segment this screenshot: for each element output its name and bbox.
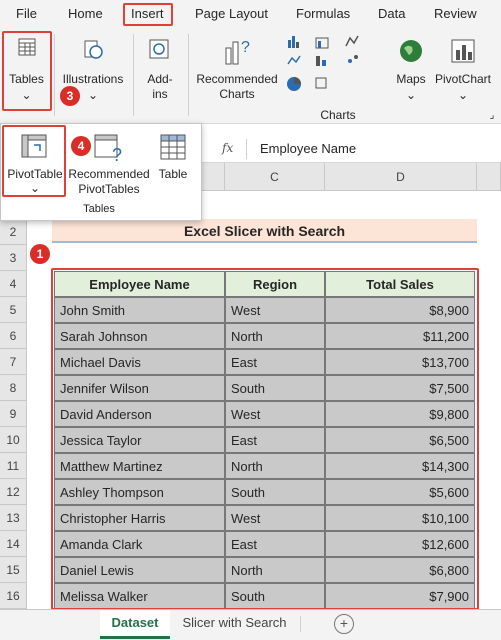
tab-data[interactable]: Data xyxy=(378,6,405,21)
step-badge-3: 3 xyxy=(60,86,80,106)
row-header[interactable]: 7 xyxy=(0,349,27,375)
svg-text:?: ? xyxy=(241,39,250,56)
tables-group-label: Tables xyxy=(83,203,115,215)
column-header-c[interactable]: C xyxy=(225,163,325,191)
add-sheet-button[interactable]: + xyxy=(334,614,354,634)
chevron-down-icon: ⌄ xyxy=(405,88,417,102)
recommended-pivottables-icon: ? xyxy=(94,134,122,163)
pivotchart-button[interactable]: PivotChart ⌄ xyxy=(432,32,494,114)
sheet-tab-slicer-with-search[interactable]: Slicer with Search xyxy=(172,610,297,636)
tab-page-layout[interactable]: Page Layout xyxy=(195,6,268,21)
divider xyxy=(54,34,55,116)
charts-group-label: Charts xyxy=(320,108,356,122)
globe-icon xyxy=(400,40,422,62)
illustrations-icon xyxy=(84,40,103,59)
dialog-launcher-icon[interactable]: ⌟ xyxy=(486,108,498,123)
recommended-charts-button[interactable]: ? Recommended Charts xyxy=(193,32,281,114)
row-header[interactable]: 8 xyxy=(0,375,27,401)
chevron-down-icon: ⌄ xyxy=(457,88,469,102)
column-header-d[interactable]: D xyxy=(325,163,477,191)
step-badge-1: 1 xyxy=(30,244,50,264)
maps-button[interactable]: Maps ⌄ xyxy=(390,32,432,114)
row-header[interactable]: 4 xyxy=(0,271,27,297)
tab-review[interactable]: Review xyxy=(434,6,477,21)
step-badge-4: 4 xyxy=(71,136,91,156)
row-header[interactable]: 16 xyxy=(0,583,27,609)
addins-button[interactable]: Add- ins xyxy=(138,32,182,114)
ribbon: Tables ⌄ Illustrations ⌄ Add- ins ? Reco… xyxy=(0,28,501,124)
row-header[interactable]: 15 xyxy=(0,557,27,583)
pivotchart-icon xyxy=(451,39,475,63)
pivotchart-label: PivotChart xyxy=(434,72,492,86)
tables-button-highlight xyxy=(2,31,52,111)
insert-tab-highlight xyxy=(123,3,173,26)
row-header[interactable]: 9 xyxy=(0,401,27,427)
row-header[interactable]: 11 xyxy=(0,453,27,479)
sheet-title[interactable]: Excel Slicer with Search xyxy=(52,219,477,243)
chart-type-icons[interactable] xyxy=(286,34,386,96)
row-header[interactable]: 3 xyxy=(0,245,27,271)
sheet-tab-bar: Dataset Slicer with Search + xyxy=(0,609,501,640)
table-label: Table xyxy=(158,167,188,181)
row-header[interactable]: 2 xyxy=(0,219,27,245)
column-header-e[interactable] xyxy=(477,163,501,191)
divider xyxy=(133,34,134,116)
illustrations-label: Illustrations xyxy=(62,72,124,86)
data-range-highlight xyxy=(51,268,479,610)
tab-file[interactable]: File xyxy=(16,6,37,21)
row-header[interactable]: 14 xyxy=(0,531,27,557)
table-button[interactable]: Table xyxy=(153,129,193,193)
recommended-pivottables-label: Recommended PivotTables xyxy=(68,167,150,196)
ribbon-tab-bar: File Home Insert Page Layout Formulas Da… xyxy=(0,0,501,28)
formula-input[interactable]: Employee Name xyxy=(260,141,356,156)
row-header[interactable]: 5 xyxy=(0,297,27,323)
recommended-charts-icon: ? xyxy=(225,39,250,65)
tab-formulas[interactable]: Formulas xyxy=(296,6,350,21)
tab-home[interactable]: Home xyxy=(68,6,103,21)
addins-label: Add- ins xyxy=(147,72,173,101)
svg-text:?: ? xyxy=(112,145,122,163)
divider xyxy=(188,34,189,116)
fx-icon[interactable]: fx xyxy=(222,141,233,155)
row-header[interactable]: 13 xyxy=(0,505,27,531)
row-header[interactable]: 6 xyxy=(0,323,27,349)
row-header[interactable]: 10 xyxy=(0,427,27,453)
divider xyxy=(300,616,301,632)
addins-icon xyxy=(149,39,169,59)
row-header[interactable]: 12 xyxy=(0,479,27,505)
pivottable-highlight xyxy=(2,125,66,197)
divider xyxy=(246,139,247,159)
recommended-charts-label: Recommended Charts xyxy=(196,72,278,101)
sheet-tab-dataset[interactable]: Dataset xyxy=(100,610,170,639)
maps-label: Maps xyxy=(396,72,426,86)
table-icon xyxy=(160,134,186,160)
